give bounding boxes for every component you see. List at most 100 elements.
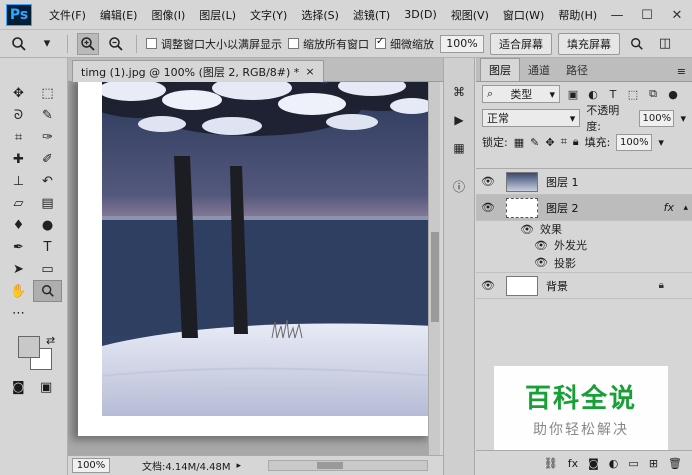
menu-layer[interactable]: 图层(L) xyxy=(192,7,243,23)
new-group-icon[interactable]: ▭ xyxy=(628,457,638,470)
lock-artboard-icon[interactable]: ⌗ xyxy=(561,135,567,149)
layer-row-background[interactable]: 👁︎ 背景 🔒︎ xyxy=(476,273,692,299)
menu-select[interactable]: 选择(S) xyxy=(294,7,346,23)
resize-windows-checkbox[interactable]: 调整窗口大小以满屏显示 xyxy=(146,36,282,52)
menu-window[interactable]: 窗口(W) xyxy=(496,7,551,23)
quick-mask-icon[interactable]: ◙ xyxy=(12,380,25,395)
clone-stamp-tool-icon[interactable]: ⊥ xyxy=(4,170,33,192)
fill-screen-button[interactable]: 填充屏幕 xyxy=(558,32,620,55)
fill-dropdown-icon[interactable]: ▾ xyxy=(658,136,664,149)
menu-file[interactable]: 文件(F) xyxy=(42,7,93,23)
info-panel-icon[interactable]: ⓘ xyxy=(444,174,474,198)
horizontal-scrollbar[interactable] xyxy=(268,460,428,471)
eraser-tool-icon[interactable]: ▱ xyxy=(4,192,33,214)
brush-tool-icon[interactable]: ✐ xyxy=(33,148,62,170)
vertical-scrollbar[interactable] xyxy=(428,82,440,455)
search-icon[interactable] xyxy=(626,33,648,55)
eyedropper-tool-icon[interactable]: ✑ xyxy=(33,126,62,148)
lock-transparent-icon[interactable]: ▦ xyxy=(514,136,524,149)
menu-image[interactable]: 图像(I) xyxy=(144,7,192,23)
close-tab-icon[interactable]: × xyxy=(305,65,314,78)
horizontal-scroll-thumb[interactable] xyxy=(317,462,343,469)
zoom-tool-preset-icon[interactable] xyxy=(8,33,30,55)
rectangle-tool-icon[interactable]: ▭ xyxy=(33,258,62,280)
adjustment-filter-icon[interactable]: ◐ xyxy=(586,88,600,101)
preset-dropdown-icon[interactable]: ▾ xyxy=(36,33,58,55)
menu-type[interactable]: 文字(Y) xyxy=(243,7,294,23)
pen-tool-icon[interactable]: ✒ xyxy=(4,236,33,258)
filter-toggle-icon[interactable]: ● xyxy=(666,88,680,101)
canvas-area[interactable] xyxy=(68,82,432,455)
collapse-effects-icon[interactable]: ▴ xyxy=(683,203,688,213)
status-arrow-icon[interactable]: ▸ xyxy=(237,461,242,471)
tab-paths[interactable]: 路径 xyxy=(558,59,596,81)
layer-row-2[interactable]: 👁︎ 图层 2 fx ▴ xyxy=(476,195,692,221)
doc-size-label[interactable]: 文档:4.14M/4.48M xyxy=(142,458,231,473)
lasso-tool-icon[interactable]: ᘐ xyxy=(4,104,33,126)
status-zoom-field[interactable]: 100% xyxy=(72,458,110,473)
zoom-tool-icon[interactable] xyxy=(33,280,62,302)
actions-play-icon[interactable]: ▶ xyxy=(444,108,474,132)
lock-position-icon[interactable]: ✥ xyxy=(545,136,554,149)
layer-row-1[interactable]: 👁︎ 图层 1 xyxy=(476,169,692,195)
fx-indicator[interactable]: fx xyxy=(664,201,674,214)
link-layers-icon[interactable]: ⛓ xyxy=(544,457,558,470)
crop-tool-icon[interactable]: ⌗ xyxy=(4,126,33,148)
fit-screen-button[interactable]: 适合屏幕 xyxy=(490,32,552,55)
checkbox-box-checked[interactable] xyxy=(375,36,386,49)
new-layer-icon[interactable]: ⊞ xyxy=(649,457,658,470)
smart-object-filter-icon[interactable]: ⧉ xyxy=(646,87,660,101)
dodge-tool-icon[interactable]: ● xyxy=(33,214,62,236)
workspace-icon[interactable]: ◫ xyxy=(654,33,676,55)
vertical-scroll-thumb[interactable] xyxy=(431,232,439,322)
visibility-eye-icon[interactable]: 👁︎ xyxy=(476,279,500,292)
hand-tool-icon[interactable]: ✋ xyxy=(4,280,33,302)
document-tab[interactable]: timg (1).jpg @ 100% (图层 2, RGB/8#) * × xyxy=(72,60,324,82)
effect-drop-shadow-row[interactable]: 👁︎ 投影 xyxy=(476,253,692,273)
menu-3d[interactable]: 3D(D) xyxy=(397,8,444,21)
menu-edit[interactable]: 编辑(E) xyxy=(93,7,145,23)
foreground-color-swatch[interactable] xyxy=(18,336,40,358)
marquee-tool-icon[interactable]: ⬚ xyxy=(33,82,62,104)
zoom-out-icon[interactable] xyxy=(105,33,127,55)
properties-panel-icon[interactable]: ▦ xyxy=(444,136,474,160)
path-select-tool-icon[interactable]: ➤ xyxy=(4,258,33,280)
zoom-in-icon[interactable] xyxy=(77,32,99,55)
visibility-eye-icon[interactable]: 👁︎ xyxy=(520,223,534,236)
zoom-all-windows-checkbox[interactable]: 缩放所有窗口 xyxy=(288,36,369,52)
filter-type-select[interactable]: ⌕ 类型 ▾ xyxy=(482,85,560,103)
zoom-percent-field[interactable]: 100% xyxy=(440,34,484,53)
menu-filter[interactable]: 滤镜(T) xyxy=(346,7,397,23)
add-style-icon[interactable]: fx xyxy=(568,457,578,470)
shape-filter-icon[interactable]: ⬚ xyxy=(626,88,640,101)
scrubby-zoom-checkbox[interactable]: 细微缩放 xyxy=(375,36,434,52)
close-button[interactable]: ✕ xyxy=(662,0,692,30)
type-filter-icon[interactable]: T xyxy=(606,88,620,101)
document-canvas[interactable] xyxy=(78,82,432,436)
checkbox-box[interactable] xyxy=(288,38,299,49)
lock-all-icon[interactable]: 🔒︎ xyxy=(573,135,579,149)
visibility-eye-icon[interactable]: 👁︎ xyxy=(476,201,500,214)
opacity-dropdown-icon[interactable]: ▾ xyxy=(680,112,686,125)
gradient-tool-icon[interactable]: ▤ xyxy=(33,192,62,214)
history-brush-tool-icon[interactable]: ↶ xyxy=(33,170,62,192)
history-panel-icon[interactable]: ⌘ xyxy=(444,80,474,104)
screen-mode-icon[interactable]: ▣ xyxy=(40,380,52,395)
tab-channels[interactable]: 通道 xyxy=(520,59,558,81)
visibility-eye-icon[interactable]: 👁︎ xyxy=(476,175,500,188)
adjustment-layer-icon[interactable]: ◐ xyxy=(609,457,619,470)
effect-outer-glow-row[interactable]: 👁︎ 外发光 xyxy=(476,237,692,253)
fill-field[interactable]: 100% xyxy=(616,133,653,151)
visibility-eye-icon[interactable]: 👁︎ xyxy=(534,239,548,252)
menu-help[interactable]: 帮助(H) xyxy=(551,7,604,23)
pixel-filter-icon[interactable]: ▣ xyxy=(566,88,580,101)
checkbox-box[interactable] xyxy=(146,38,157,49)
panel-menu-icon[interactable]: ≡ xyxy=(671,62,692,81)
move-tool-icon[interactable]: ✥ xyxy=(4,82,33,104)
blend-mode-select[interactable]: 正常 ▾ xyxy=(482,109,581,127)
minimize-button[interactable]: — xyxy=(602,0,632,30)
lock-image-icon[interactable]: ✎ xyxy=(530,136,539,149)
healing-brush-tool-icon[interactable]: ✚ xyxy=(4,148,33,170)
more-tools-icon[interactable]: ⋯ xyxy=(4,302,33,324)
tab-layers[interactable]: 图层 xyxy=(480,58,520,81)
